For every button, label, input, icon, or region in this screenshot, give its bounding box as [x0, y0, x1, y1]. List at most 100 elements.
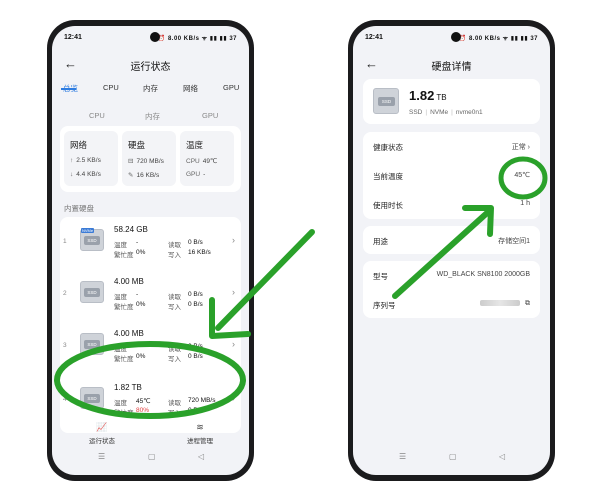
gpu-temp: -: [203, 171, 206, 178]
health-value: 正常: [511, 144, 526, 151]
ssd-icon-label: SSD: [84, 340, 100, 349]
busy-label: 繁忙度: [114, 356, 134, 363]
subtab-gpu[interactable]: GPU: [202, 111, 218, 120]
ssd-icon: SSD: [80, 333, 104, 355]
disk-temp: -: [136, 343, 139, 350]
write-label: 写入: [168, 356, 181, 363]
disk-size: 1.82 TB: [114, 383, 142, 392]
status-icons: ⏰ 8.00 KB/s ᯤ ▮▮ ▮▮ 37: [458, 36, 538, 42]
serial-label: 序列号: [373, 301, 396, 310]
camera-hole: [451, 32, 461, 42]
chevron-right-icon: ›: [527, 144, 530, 151]
tab-memory[interactable]: 内存: [143, 83, 158, 94]
busy-label: 繁忙度: [114, 410, 134, 417]
status-time: 12:41: [365, 34, 383, 41]
usage-label: 用途: [373, 237, 388, 246]
temp-label: 温度: [114, 400, 127, 407]
write-label: 写入: [168, 304, 181, 311]
nav-process-label: 进程管理: [187, 438, 213, 445]
page-title: 硬盘详情: [431, 62, 472, 73]
serial-value-blurred: [480, 300, 520, 307]
app-bar: ← 运行状态: [52, 54, 249, 76]
disk-row-2[interactable]: 2 SSD 4.00 MB 温度 - 繁忙度 0% 读取 0 B/s 写入 0 …: [60, 269, 241, 323]
disk-index: 2: [63, 290, 67, 297]
disk-row-1[interactable]: 1 NVMe SSD 58.24 GB 温度 - 繁忙度 0% 读取 0 B/s …: [60, 217, 241, 271]
disk-index: 3: [63, 342, 67, 349]
nav-run-status[interactable]: 📈 运行状态: [72, 422, 132, 445]
read-label: 读取: [168, 400, 181, 407]
disk-temp: 45℃: [136, 398, 151, 405]
tab-network[interactable]: 网络: [183, 83, 198, 94]
disk-write-rate: 0 B/s: [188, 301, 203, 308]
back-icon[interactable]: ◁: [198, 452, 204, 461]
home-icon[interactable]: ▢: [148, 452, 156, 461]
section-internal-disks: 内置硬盘: [64, 204, 94, 213]
system-nav-bar: ☰ ▢ ◁: [353, 452, 550, 468]
uptime-label: 使用时长: [373, 201, 403, 210]
temp-label: 温度: [114, 242, 127, 249]
model-label: 型号: [373, 272, 388, 281]
disk-read: 720 MB/s: [136, 158, 164, 165]
disk-write-rate: 0 B/s: [188, 353, 203, 360]
disk-index: 1: [63, 238, 67, 245]
disk-write-rate: 0 B/s: [188, 407, 203, 414]
disk-index: 4: [63, 396, 67, 403]
network-down: 4.4 KB/s: [76, 171, 101, 178]
network-up: 2.5 KB/s: [76, 157, 101, 164]
home-icon[interactable]: ▢: [449, 452, 457, 461]
chevron-right-icon: ›: [232, 235, 235, 245]
screen-disk-detail: 12:41 ⏰ 8.00 KB/s ᯤ ▮▮ ▮▮ 37 ← 硬盘详情 SSD …: [353, 26, 550, 475]
copy-icon[interactable]: ⧉: [525, 300, 530, 307]
menu-icon[interactable]: ☰: [399, 452, 406, 461]
tab-cpu[interactable]: CPU: [103, 83, 119, 92]
read-label: 读取: [168, 346, 181, 353]
temp-label: 温度: [114, 294, 127, 301]
temp-card-title: 温度: [186, 140, 204, 150]
disk-type: SSD: [409, 109, 423, 116]
disk-busy: 80%: [136, 407, 150, 414]
read-label: 读取: [168, 294, 181, 301]
ssd-icon: SSD: [373, 88, 399, 114]
disk-busy: 0%: [136, 249, 146, 256]
gpu-temp-label: GPU: [186, 171, 201, 178]
tab-underline: [61, 88, 76, 90]
cpu-temp: 49℃: [202, 158, 218, 165]
disk-read-rate: 0 B/s: [188, 343, 203, 350]
ssd-icon-label: SSD: [84, 236, 100, 245]
disk-read-rate: 0 B/s: [188, 239, 203, 246]
disk-list: 1 NVMe SSD 58.24 GB 温度 - 繁忙度 0% 读取 0 B/s …: [60, 217, 241, 433]
health-label: 健康状态: [373, 143, 403, 152]
status-time: 12:41: [64, 34, 82, 41]
back-icon[interactable]: ◁: [499, 452, 505, 461]
phone-right: 12:41 ⏰ 8.00 KB/s ᯤ ▮▮ ▮▮ 37 ← 硬盘详情 SSD …: [348, 20, 555, 481]
ssd-icon-label: SSD: [84, 288, 100, 297]
write-label: 写入: [168, 410, 181, 417]
ssd-icon-label: SSD: [378, 97, 395, 106]
usage-value: 存储空间1: [498, 238, 530, 245]
menu-icon[interactable]: ☰: [98, 452, 105, 461]
temp-card[interactable]: 温度 CPU 49℃ GPU -: [180, 131, 234, 186]
disk-size: 4.00 MB: [114, 277, 144, 286]
tab-gpu[interactable]: GPU: [223, 83, 239, 92]
disk-busy: 0%: [136, 353, 146, 360]
disk-temp: -: [136, 291, 139, 298]
disk-card[interactable]: 硬盘 ⊟ 720 MB/s ✎ 16 KB/s: [122, 131, 176, 186]
ssd-icon: SSD: [80, 281, 104, 303]
subtab-cpu[interactable]: CPU: [89, 111, 105, 120]
layers-icon: ≋: [196, 422, 204, 432]
download-arrow-icon: ↓: [70, 171, 74, 178]
disk-row-3[interactable]: 3 SSD 4.00 MB 温度 - 繁忙度 0% 读取 0 B/s 写入 0 …: [60, 321, 241, 375]
app-bar: ← 硬盘详情: [353, 54, 550, 76]
model-value: WD_BLACK SN8100 2000GB: [436, 271, 530, 278]
disk-card-title: 硬盘: [128, 140, 146, 150]
disk-row-4[interactable]: 4 SSD 1.82 TB 温度 45℃ 繁忙度 80% 读取 720 MB/s…: [60, 375, 241, 429]
chevron-right-icon: ›: [232, 393, 235, 403]
network-card-title: 网络: [70, 140, 88, 150]
chart-icon: 📈: [96, 422, 108, 432]
subtab-memory[interactable]: 内存: [145, 111, 160, 122]
ssd-icon-label: SSD: [84, 394, 100, 403]
nav-process[interactable]: ≋ 进程管理: [170, 422, 230, 445]
read-label: 读取: [168, 242, 181, 249]
network-card[interactable]: 网络 ↑ 2.5 KB/s ↓ 4.4 KB/s: [64, 131, 118, 186]
page-title: 运行状态: [130, 62, 171, 73]
